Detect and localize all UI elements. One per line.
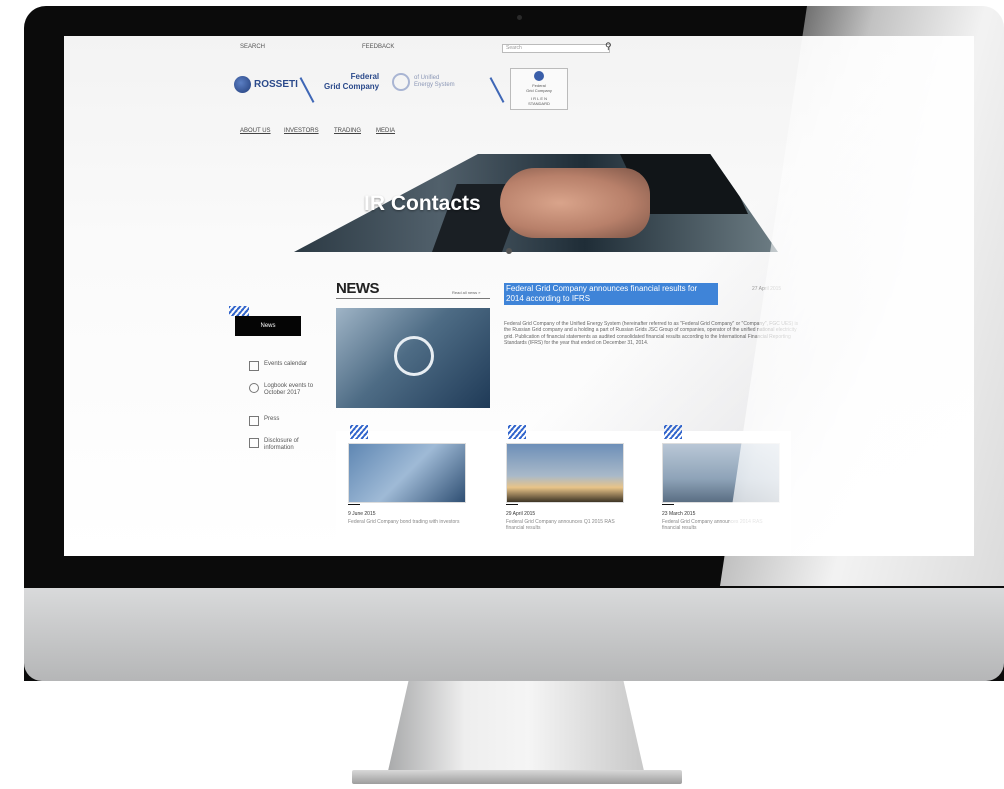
search-input[interactable]: Search: [502, 44, 610, 53]
badge-line2: Grid Company: [526, 88, 552, 93]
sidebar-item-label: Disclosure of information: [264, 438, 299, 451]
divider: [662, 504, 674, 505]
calendar-icon: [249, 361, 259, 371]
sidebar-item-logbook[interactable]: Logbook events to October 2017: [249, 383, 324, 397]
handshake-image: [500, 168, 650, 238]
divider: [506, 504, 518, 505]
card-image: [506, 443, 624, 503]
sidebar-item-press[interactable]: Press: [249, 416, 279, 426]
rosseti-text: ROSSETI: [254, 79, 298, 90]
ues-logo[interactable]: of Unified Energy System: [392, 73, 455, 91]
divider: [348, 504, 360, 505]
monitor-stand-base: [352, 770, 682, 784]
fgc-line2: Grid Company: [324, 82, 380, 91]
ues-line1: of Unified: [414, 75, 440, 81]
divider-slash: [489, 77, 505, 103]
card-text: Federal Grid Company announces Q1 2015 R…: [506, 519, 615, 531]
divider: [336, 298, 490, 299]
nav-item-trading[interactable]: TRADING: [334, 128, 361, 134]
card-text: Federal Grid Company bond trading with i…: [348, 519, 460, 525]
badge-emblem-icon: [534, 71, 544, 81]
read-all-news-link[interactable]: Read all news »: [452, 290, 480, 295]
card-image: [348, 443, 466, 503]
ues-line2: Energy System: [414, 82, 455, 88]
document-icon: [249, 416, 259, 426]
news-title: NEWS: [336, 280, 380, 297]
sidebar-item-disclosure[interactable]: Disclosure of information: [249, 438, 319, 452]
badge-line4: STANDARD: [528, 101, 550, 106]
standard-badge: Federal Grid Company I R L E N STANDARD: [510, 68, 568, 110]
sidebar-item-label: Press: [264, 416, 280, 422]
stripe-icon: [664, 425, 682, 439]
carousel-dot[interactable]: [506, 248, 512, 254]
nav-item-investors[interactable]: INVESTORS: [284, 128, 319, 134]
nav-item-media[interactable]: MEDIA: [376, 128, 395, 134]
sidebar-item-events[interactable]: Events calendar: [249, 361, 307, 371]
sidebar-item-label: Logbook events to October 2017: [264, 383, 314, 396]
nav-item-about[interactable]: ABOUT US: [240, 128, 271, 134]
ues-emblem-icon: [392, 73, 410, 91]
fgc-line1: Federal: [350, 72, 380, 81]
globe-icon: [234, 76, 251, 93]
divider-slash: [299, 77, 315, 103]
rosseti-logo[interactable]: ROSSETI: [234, 76, 298, 93]
monitor-stand: [388, 681, 644, 771]
building-icon: [249, 438, 259, 448]
stripe-icon: [229, 306, 249, 316]
search-link[interactable]: SEARCH: [240, 44, 265, 50]
news-cards: 9 June 2015 Federal Grid Company bond tr…: [336, 425, 791, 556]
card-date: 9 June 2015: [348, 511, 376, 517]
stripe-icon: [508, 425, 526, 439]
sidebar-item-label: Events calendar: [264, 361, 308, 367]
fgc-emblem-icon: [394, 336, 434, 376]
sidebar-item-news[interactable]: News: [235, 316, 301, 336]
fgc-logo[interactable]: Federal Grid Company: [324, 72, 379, 92]
search-icon[interactable]: ⚲: [605, 41, 612, 52]
logo-row: ROSSETI Federal Grid Company of Unified …: [234, 68, 754, 110]
feedback-link[interactable]: FEEDBACK: [362, 44, 394, 50]
refresh-icon: [249, 383, 259, 393]
news-headline[interactable]: Federal Grid Company announces financial…: [504, 283, 718, 305]
card-date: 23 March 2015: [662, 511, 696, 517]
hero-title: IR Contacts: [364, 192, 481, 215]
card-date: 29 April 2015: [506, 511, 536, 517]
stripe-icon: [350, 425, 368, 439]
camera-icon: [517, 15, 522, 20]
monitor-chin: [24, 588, 1004, 681]
